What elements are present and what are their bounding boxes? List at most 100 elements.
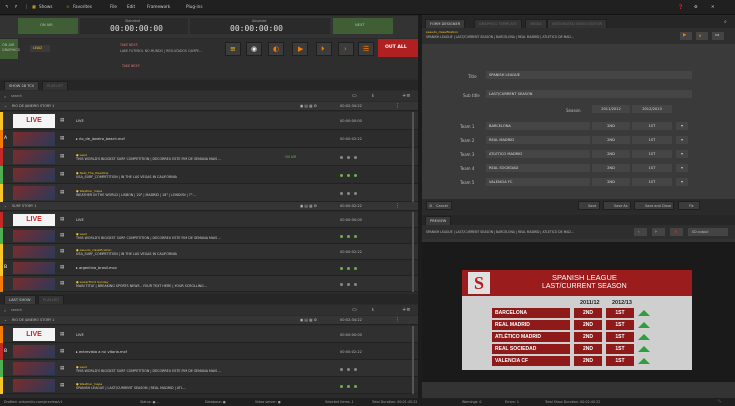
output-select[interactable]: SD output [688, 228, 728, 236]
search-input[interactable]: search [11, 94, 22, 98]
gear-icon[interactable]: ⚙ [694, 4, 698, 9]
search-icon[interactable]: ⌕ [724, 19, 727, 25]
item-title[interactable]: THIS WORLD'S BIGGEST SURF COMPETITION | … [76, 369, 221, 373]
team-trend-select[interactable]: ▾ [676, 122, 688, 130]
cue-button[interactable]: ≡ [225, 42, 241, 56]
next-button[interactable]: ⏵ [696, 32, 708, 40]
save-as-button[interactable]: Save As [603, 201, 631, 210]
item-title[interactable]: MAIN TITLE | BREAKING SPORTS NEWS - YOUR… [76, 284, 207, 288]
tab-graphics-template[interactable]: GRAPHICS TEMPLATE [474, 19, 522, 28]
tab-last-show[interactable]: LAST SHOW [4, 295, 36, 304]
add-item-icon[interactable]: +≡ [402, 93, 410, 99]
story-tools-icon[interactable]: ▣ ▤ ▦ ⚙ [300, 104, 317, 108]
table-row[interactable]: ▤ ● Lead THIS WORLD'S BIGGEST SURF COMPETI… [0, 360, 418, 377]
table-row[interactable]: ▤ ● LowerThird Sunday MAIN TITLE | BREAKIN… [0, 276, 418, 292]
help-icon[interactable]: ❓ [678, 4, 683, 10]
play-button[interactable]: ▶ [292, 42, 308, 56]
team-season1-input[interactable]: 2ND [592, 178, 630, 186]
download-icon[interactable]: ⭳ [372, 93, 374, 101]
tab-form-designer[interactable]: FORM DESIGNER [425, 19, 466, 28]
list-out-button[interactable]: ☰ [358, 42, 374, 56]
save-and-close-button[interactable]: Save and Close [634, 201, 674, 210]
item-title[interactable]: ▸ argentina_brasil.mov [76, 266, 117, 270]
chevron-down-icon[interactable]: ⌄ [4, 104, 7, 108]
team-season2-input[interactable]: 1ST [632, 150, 672, 158]
menu-edit[interactable]: Edit [127, 4, 135, 9]
team-trend-select[interactable]: ▾ [676, 178, 688, 186]
story-header[interactable]: ⌄ RIO DE JANEIRO STORY 1 ▣ ▤ ▦ ⚙ 00:02:3… [0, 102, 418, 111]
table-row[interactable]: ▤ ● Next_The_Headline USA_SURF_COMPETITION… [0, 166, 418, 184]
menu-framework[interactable]: Framework [147, 4, 170, 9]
save-button[interactable]: Save [578, 201, 600, 210]
monitor-small-icon[interactable]: ▭ [352, 307, 357, 313]
more-icon[interactable]: ⋮ [395, 317, 400, 323]
team-season1-input[interactable]: 2ND [592, 122, 630, 130]
tab-show-28[interactable]: SHOW 28 TCV [4, 81, 40, 90]
out-all-button[interactable]: OUT ALL [378, 39, 418, 57]
record-button[interactable]: ◐ [268, 42, 284, 56]
table-row[interactable]: A ▤ ▸ rio_de_janeiro_beach.mxf 00:00:02:22 [0, 130, 418, 148]
add-item-icon[interactable]: +≡ [402, 307, 410, 313]
item-title[interactable]: LIVE [76, 218, 84, 222]
menu-file[interactable]: File [110, 4, 117, 9]
team-season2-input[interactable]: 1ST [632, 178, 672, 186]
chevron-down-icon[interactable]: ⌄ [4, 318, 7, 322]
next-button[interactable]: ⏵ [316, 42, 332, 56]
team-name-input[interactable]: ATLETICO MADRID [486, 150, 590, 158]
subtitle-input[interactable]: LAST/CURRENT SEASON [486, 90, 692, 98]
chevron-down-icon[interactable]: ⌄ [4, 204, 7, 208]
season-1-input[interactable]: 2011/2012 [592, 105, 630, 113]
item-title[interactable]: ▸ entrevista a rui vitoria.mxf [76, 350, 127, 354]
team-season2-input[interactable]: 1ST [632, 136, 672, 144]
team-trend-select[interactable]: ▾ [676, 136, 688, 144]
monitor-small-icon[interactable]: ▭ [352, 93, 357, 99]
close-preview-button[interactable]: ✕ [670, 228, 683, 236]
team-season2-input[interactable]: 1ST [632, 122, 672, 130]
back-arrow-icon[interactable]: ↰ [5, 4, 9, 9]
search-input-2[interactable]: search [11, 308, 22, 312]
more-icon[interactable]: ⋮ [395, 103, 400, 109]
tab-media[interactable]: MEDIA [525, 19, 547, 28]
table-row[interactable]: LIVE ▤ LIVE 00:00:00:00 [0, 212, 418, 228]
step-button[interactable]: › [338, 42, 354, 56]
next-frame-button[interactable]: ⏵ [652, 228, 665, 236]
team-name-input[interactable]: REAL SOCIEDAD [486, 164, 590, 172]
item-title[interactable]: WEATHER IN THE WORLD | LISBON | 20° | MA… [76, 193, 196, 197]
season-2-input[interactable]: 2012/2013 [632, 105, 672, 113]
item-title[interactable]: SPANISH LEAGUE | LAST/CURRENT SEASON | R… [76, 386, 186, 390]
story-tools-icon[interactable]: ▣ ▤ ▦ ⚙ [300, 204, 317, 208]
item-title[interactable]: USA_SURF_COMPETITION | IN THE LAS VEGAS … [76, 175, 177, 179]
item-title[interactable]: THIS WORLD'S BIGGEST SURF COMPETITION | … [76, 157, 221, 161]
story-tools-icon[interactable]: ▣ ▤ ▦ ⚙ [300, 318, 317, 322]
team-name-input[interactable]: BARCELONA [486, 122, 590, 130]
table-row[interactable]: ▤ ● Lead THIS WORLD'S BIGGEST SURF COMPETI… [0, 228, 418, 244]
tab-preview[interactable]: PREVIEW [425, 216, 452, 225]
table-row[interactable]: ▤ ● Weather_mapa WEATHER IN THE WORLD | LI… [0, 184, 418, 202]
preview-button[interactable]: ◉ [246, 42, 262, 56]
team-trend-select[interactable]: ▾ [676, 164, 688, 172]
forward-arrow-icon[interactable]: ↱ [14, 4, 18, 9]
team-name-input[interactable]: VALENCIA FC [486, 178, 590, 186]
tab-playlist-placeholder[interactable]: PLAYLIST [42, 81, 69, 90]
table-row[interactable]: LIVE ▤ LIVE 00:00:00:00 [0, 112, 418, 130]
lead-chip[interactable]: LEAD [30, 45, 50, 52]
table-row[interactable]: ▤ ● pseudo_classification USA_SURF_COMPETI… [0, 244, 418, 260]
cancel-button[interactable]: ⊘ Cancel [426, 201, 452, 210]
menu-shows[interactable]: Shows [39, 4, 52, 9]
resize-icon[interactable]: ⤡ [718, 399, 721, 403]
title-input[interactable]: SPANISH LEAGUE [486, 71, 692, 79]
table-row[interactable]: B ▤ ▸ argentina_brasil.mov [0, 260, 418, 276]
menu-plugins[interactable]: Plug-ins [186, 4, 203, 9]
team-season1-input[interactable]: 2ND [592, 164, 630, 172]
table-row[interactable]: ▤ ● Weather_mapa SPANISH LEAGUE | LAST/CUR… [0, 377, 418, 394]
item-title[interactable]: LIVE [76, 119, 84, 123]
team-season1-input[interactable]: 2ND [592, 150, 630, 158]
table-row[interactable]: B ▤ ▸ entrevista a rui vitoria.mxf 00:00:02… [0, 343, 418, 360]
table-row[interactable]: LIVE ▤ LIVE 00:00:00:00 [0, 326, 418, 343]
close-icon[interactable]: ✕ [711, 4, 715, 9]
menu-favorites[interactable]: Favorites [73, 4, 92, 9]
team-trend-select[interactable]: ▾ [676, 150, 688, 158]
download-icon[interactable]: ⭳ [372, 307, 374, 315]
tab-playlist-placeholder-2[interactable]: PLAYLIST [38, 295, 65, 304]
story-header-3[interactable]: ⌄ RIO DE JANEIRO STORY 1 ▣ ▤ ▦ ⚙ 00:02:3… [0, 316, 418, 325]
